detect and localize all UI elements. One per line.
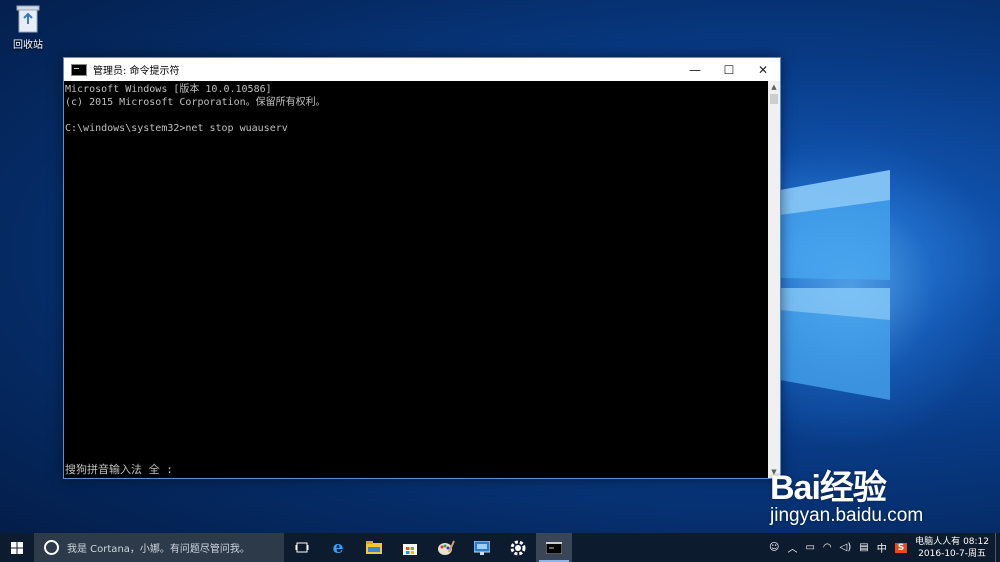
ime-status: 搜狗拼音输入法 全 : xyxy=(65,463,173,476)
scroll-thumb[interactable] xyxy=(770,94,778,104)
maximize-button[interactable]: ☐ xyxy=(712,58,746,81)
show-desktop-button[interactable] xyxy=(995,533,1000,562)
clock-user: 电脑人人有 xyxy=(915,536,961,547)
console-line: C:\windows\system32>net stop wuauserv xyxy=(65,123,288,134)
watermark-url: jingyan.baidu.com xyxy=(770,505,924,526)
wifi-icon[interactable]: ◠ xyxy=(823,542,832,553)
sogou-ime-icon[interactable]: S xyxy=(894,542,908,553)
windows-start-icon xyxy=(11,541,23,554)
chevron-up-icon[interactable]: ︿ xyxy=(787,540,797,555)
store-icon xyxy=(403,543,417,555)
cmd-icon xyxy=(546,541,562,554)
windows-wallpaper-logo xyxy=(780,170,890,400)
cortana-search-box[interactable]: 我是 Cortana，小娜。有问题尽管问我。 xyxy=(34,533,284,562)
cmd-app-icon xyxy=(71,63,87,76)
task-view-icon xyxy=(295,542,309,553)
console-output[interactable]: Microsoft Windows [版本 10.0.10586] (c) 20… xyxy=(64,81,768,478)
taskbar: 我是 Cortana，小娜。有问题尽管问我。 e ☺ ︿ ▭ ◠ ◁) ▤ 中 … xyxy=(0,533,1000,562)
store-button[interactable] xyxy=(392,533,428,562)
task-view-button[interactable] xyxy=(284,533,320,562)
clock-time: 08:12 xyxy=(963,536,989,547)
file-explorer-icon xyxy=(366,541,382,554)
recycle-bin-label: 回收站 xyxy=(13,40,43,51)
clock[interactable]: 电脑人人有 08:12 2016-10-7-周五 xyxy=(915,536,989,560)
watermark-brand: Bai经验 xyxy=(770,469,887,507)
vertical-scrollbar[interactable]: ▲ ▼ xyxy=(768,81,780,478)
minimize-button[interactable]: — xyxy=(678,58,712,81)
battery-icon[interactable]: ▭ xyxy=(805,542,814,553)
input-language[interactable]: 中 xyxy=(877,540,887,555)
console-line: Microsoft Windows [版本 10.0.10586] xyxy=(65,84,272,95)
console-line: (c) 2015 Microsoft Corporation。保留所有权利。 xyxy=(65,97,326,108)
notification-icon[interactable]: ▤ xyxy=(859,542,868,553)
settings-button[interactable] xyxy=(500,533,536,562)
window-title: 管理员: 命令提示符 xyxy=(93,66,180,77)
paint-icon xyxy=(438,540,455,555)
volume-icon[interactable]: ◁) xyxy=(840,542,852,553)
close-button[interactable]: ✕ xyxy=(746,58,780,81)
remote-desktop-button[interactable] xyxy=(464,533,500,562)
system-tray: ☺ ︿ ▭ ◠ ◁) ▤ 中 S 电脑人人有 08:12 2016-10-7-周… xyxy=(765,533,1000,562)
window-titlebar[interactable]: 管理员: 命令提示符 — ☐ ✕ xyxy=(64,58,780,81)
paint-button[interactable] xyxy=(428,533,464,562)
start-button[interactable] xyxy=(0,533,34,562)
recycle-bin-icon xyxy=(14,4,42,34)
cmd-window[interactable]: 管理员: 命令提示符 — ☐ ✕ Microsoft Windows [版本 1… xyxy=(63,57,781,479)
scroll-up-icon[interactable]: ▲ xyxy=(768,81,780,93)
edge-icon: e xyxy=(332,537,344,558)
file-explorer-button[interactable] xyxy=(356,533,392,562)
user-icon[interactable]: ☺ xyxy=(769,542,779,553)
search-placeholder: 我是 Cortana，小娜。有问题尽管问我。 xyxy=(67,544,250,555)
cmd-taskbar-button[interactable] xyxy=(536,533,572,562)
cortana-icon xyxy=(44,540,59,555)
remote-desktop-icon xyxy=(474,540,490,555)
edge-button[interactable]: e xyxy=(320,533,356,562)
clock-date: 2016-10-7-周五 xyxy=(918,548,986,559)
settings-icon xyxy=(510,540,526,555)
baidu-watermark: Bai经验 jingyan.baidu.com xyxy=(770,460,923,527)
recycle-bin[interactable]: 回收站 xyxy=(8,4,48,51)
